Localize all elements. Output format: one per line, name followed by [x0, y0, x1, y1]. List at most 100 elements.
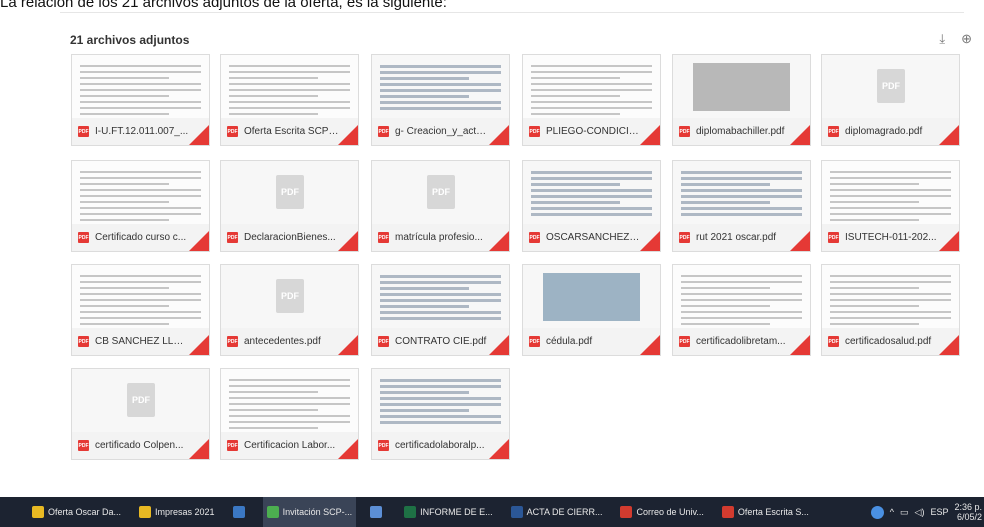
text-line [531, 107, 652, 109]
taskbar-item[interactable]: Impresas 2021 [135, 497, 219, 527]
attachment-thumbnail[interactable]: PDF [221, 265, 358, 329]
text-line [80, 77, 169, 79]
start-button[interactable] [0, 497, 28, 527]
clock-date: 6/05/2 [956, 512, 982, 522]
attachment-thumbnail[interactable] [673, 55, 810, 119]
attachment-thumbnail[interactable] [372, 369, 509, 433]
text-line [681, 281, 802, 283]
attachment-tile[interactable]: PDF Certificacion Labor... [220, 368, 359, 460]
attachment-tile[interactable]: PDF diplomabachiller.pdf [672, 54, 811, 146]
text-line [80, 83, 201, 85]
attachment-tile[interactable]: PDF PDF antecedentes.pdf [220, 264, 359, 356]
text-line [681, 177, 802, 180]
attachment-tile[interactable]: PDF rut 2021 oscar.pdf [672, 160, 811, 252]
add-to-drive-icon[interactable]: ⊕ [961, 31, 972, 47]
attachment-filename: CONTRATO CIE.pdf [395, 336, 487, 347]
text-line [80, 311, 201, 313]
volume-icon[interactable]: ◁) [915, 507, 925, 518]
taskbar-item[interactable]: Invitación SCP-... [262, 497, 357, 527]
attachment-thumbnail[interactable]: PDF [221, 161, 358, 225]
text-line [380, 95, 469, 98]
text-line [229, 391, 318, 393]
photo-preview [543, 273, 640, 321]
tray-chevron-icon[interactable]: ^ [890, 507, 894, 517]
text-line [380, 385, 501, 388]
attachment-thumbnail[interactable] [673, 265, 810, 329]
attachment-tile[interactable]: PDF PDF DeclaracionBienes... [220, 160, 359, 252]
attachment-thumbnail[interactable] [72, 265, 209, 329]
text-line [681, 189, 802, 192]
attachment-tile[interactable]: PDF certificadolibretam... [672, 264, 811, 356]
text-line [380, 305, 469, 308]
language-indicator[interactable]: ESP [930, 507, 948, 517]
attachment-thumbnail[interactable] [72, 161, 209, 225]
attachment-thumbnail[interactable] [72, 55, 209, 119]
attachment-thumbnail[interactable]: PDF [72, 369, 209, 433]
text-line [80, 275, 201, 277]
attachment-filename: CB SANCHEZ LLOR... [95, 336, 190, 347]
attachment-thumbnail[interactable] [523, 161, 660, 225]
clock[interactable]: 2:36 p. 6/05/2 [954, 502, 982, 522]
attachment-thumbnail[interactable] [673, 161, 810, 225]
taskbar-item[interactable]: Oferta Oscar Da... [28, 497, 125, 527]
divider [60, 12, 964, 13]
attachment-tile[interactable]: PDF Oferta Escrita SCP-... [220, 54, 359, 146]
attachment-tile[interactable]: PDF cédula.pdf [522, 264, 661, 356]
text-line [380, 83, 501, 86]
attachment-thumbnail[interactable] [372, 265, 509, 329]
text-line [830, 287, 919, 289]
attachment-thumbnail[interactable] [822, 265, 959, 329]
taskbar-item[interactable] [229, 497, 253, 527]
text-line [80, 101, 201, 103]
attachment-tile[interactable]: PDF CB SANCHEZ LLOR... [71, 264, 210, 356]
network-icon[interactable]: ▭ [900, 507, 909, 518]
clock-time: 2:36 p. [954, 502, 982, 512]
attachment-filename: I-U.FT.12.011.007_... [95, 126, 189, 137]
pdf-corner-marker [939, 231, 959, 251]
attachment-tile[interactable]: PDF I-U.FT.12.011.007_... [71, 54, 210, 146]
attachments-title: 21 archivos adjuntos [70, 33, 190, 47]
text-line [229, 71, 350, 73]
attachment-thumbnail[interactable]: PDF [372, 161, 509, 225]
taskbar-item[interactable]: Oferta Escrita S... [718, 497, 813, 527]
attachment-thumbnail[interactable] [523, 55, 660, 119]
text-line [830, 207, 951, 209]
attachment-tile[interactable]: PDF PLIEGO-CONDICIO... [522, 54, 661, 146]
attachment-tile[interactable]: PDF CONTRATO CIE.pdf [371, 264, 510, 356]
attachment-thumbnail[interactable] [523, 265, 660, 329]
text-line [830, 189, 951, 191]
pdf-corner-marker [189, 231, 209, 251]
attachment-tile[interactable]: PDF ISUTECH-011-202... [821, 160, 960, 252]
text-line [380, 101, 501, 104]
taskbar-item[interactable]: ACTA DE CIERR... [507, 497, 607, 527]
attachment-thumbnail[interactable] [822, 161, 959, 225]
pdf-corner-marker [189, 335, 209, 355]
attachment-thumbnail[interactable] [372, 55, 509, 119]
attachment-tile[interactable]: PDF Certificado curso c... [71, 160, 210, 252]
taskbar-item[interactable]: INFORME DE E... [400, 497, 497, 527]
pdf-corner-marker [338, 231, 358, 251]
text-line [80, 71, 201, 73]
taskbar-app-icon [404, 506, 417, 518]
pdf-corner-marker [189, 125, 209, 145]
text-line [80, 219, 169, 221]
taskbar-item[interactable] [366, 497, 390, 527]
attachment-thumbnail[interactable] [221, 55, 358, 119]
attachment-thumbnail[interactable] [221, 369, 358, 433]
taskbar-item[interactable]: Correo de Univ... [616, 497, 707, 527]
download-icon[interactable]: ⤓ [939, 31, 945, 47]
attachment-tile[interactable]: PDF PDF certificado Colpen... [71, 368, 210, 460]
taskbar-item-label: Impresas 2021 [155, 507, 215, 517]
attachment-tile[interactable]: PDF g- Creacion_y_actu... [371, 54, 510, 146]
text-line [80, 65, 201, 67]
text-line [80, 107, 201, 109]
attachment-tile[interactable]: PDF OSCARSANCHEZO... [522, 160, 661, 252]
attachment-tile[interactable]: PDF PDF matrícula profesio... [371, 160, 510, 252]
attachment-thumbnail[interactable]: PDF [822, 55, 959, 119]
help-icon[interactable] [870, 505, 884, 519]
text-line [80, 171, 201, 173]
attachment-tile[interactable]: PDF certificadosalud.pdf [821, 264, 960, 356]
text-line [380, 397, 501, 400]
attachment-tile[interactable]: PDF certificadolaboralp... [371, 368, 510, 460]
attachment-tile[interactable]: PDF PDF diplomagrado.pdf [821, 54, 960, 146]
